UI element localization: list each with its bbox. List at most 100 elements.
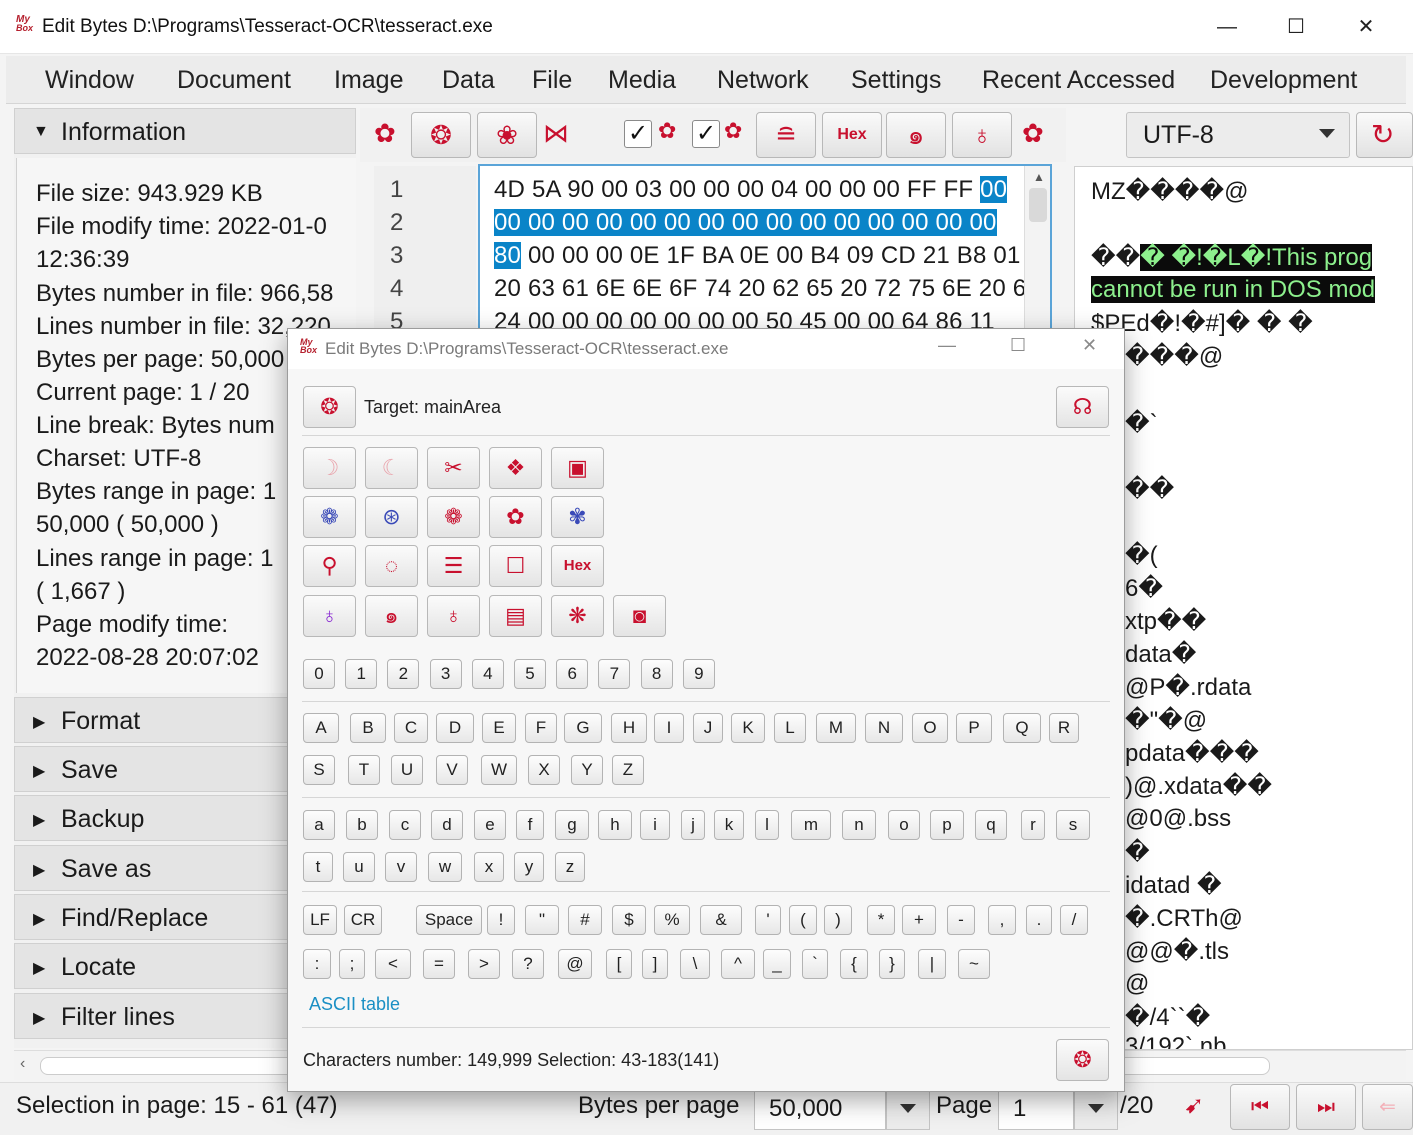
lowercase-key[interactable]: y [514, 852, 544, 882]
first-page-button[interactable]: ⏮ [1230, 1084, 1290, 1130]
dialog-minimize-button[interactable]: — [938, 335, 956, 356]
cut-button[interactable]: ✂ [427, 447, 480, 489]
digit-key[interactable]: 5 [514, 659, 546, 689]
uppercase-key[interactable]: O [912, 713, 948, 743]
symbol-key[interactable]: " [525, 905, 559, 935]
lowercase-key[interactable]: i [640, 810, 670, 840]
lowercase-key[interactable]: z [555, 852, 585, 882]
menu-development[interactable]: Development [1210, 66, 1357, 95]
uppercase-key[interactable]: Y [571, 755, 603, 785]
refresh-button[interactable]: ↻ [1356, 112, 1413, 158]
charset-select[interactable]: UTF-8 [1126, 112, 1350, 158]
dialog-maximize-button[interactable]: ☐ [1010, 335, 1026, 356]
symbol-key[interactable]: ? [512, 949, 544, 979]
lowercase-key[interactable]: x [474, 852, 504, 882]
digit-key[interactable]: 2 [387, 659, 420, 689]
lowercase-key[interactable]: d [431, 810, 463, 840]
symbol-key[interactable]: : [303, 949, 331, 979]
uppercase-key[interactable]: S [303, 755, 335, 785]
lowercase-key[interactable]: m [791, 810, 831, 840]
symbol-key[interactable]: @ [558, 949, 592, 979]
go-page-button[interactable]: ➹ [1164, 1084, 1224, 1130]
symbol-key[interactable]: & [700, 905, 742, 935]
bytes-per-page-dropdown[interactable] [886, 1086, 930, 1130]
symbol-key[interactable]: / [1060, 905, 1088, 935]
digit-key[interactable]: 1 [345, 659, 378, 689]
lowercase-key[interactable]: e [474, 810, 506, 840]
lowercase-key[interactable]: l [755, 810, 779, 840]
symbol-key[interactable]: | [918, 949, 946, 979]
symbol-key[interactable]: < [375, 949, 411, 979]
symbol-key[interactable]: ) [824, 905, 852, 935]
uppercase-key[interactable]: K [731, 713, 765, 743]
lines-button[interactable]: ☰ [427, 545, 480, 587]
symbol-key[interactable]: { [840, 949, 868, 979]
uppercase-key[interactable]: Q [1003, 713, 1041, 743]
maximize-button[interactable]: ☐ [1273, 10, 1319, 44]
symbol-key[interactable]: LF [303, 905, 337, 935]
document-button[interactable]: ▤ [489, 595, 542, 637]
scroll-up-icon[interactable]: ▲ [1033, 170, 1045, 184]
fish-icon[interactable]: ⋈ [543, 118, 569, 149]
minimize-button[interactable]: — [1204, 10, 1250, 44]
sun-flower-button[interactable]: ❋ [551, 595, 604, 637]
scroll-left-icon[interactable]: ‹ [20, 1055, 25, 1073]
lowercase-key[interactable]: p [930, 810, 964, 840]
last-page-button[interactable]: ⏭ [1296, 1084, 1356, 1130]
menu-media[interactable]: Media [608, 66, 676, 95]
uppercase-key[interactable]: Z [612, 755, 644, 785]
uppercase-key[interactable]: P [956, 713, 992, 743]
uppercase-key[interactable]: F [525, 713, 557, 743]
symbol-key[interactable]: > [468, 949, 500, 979]
ring-button[interactable]: ◌ [365, 545, 418, 587]
dialog-footer-button[interactable]: ❂ [1056, 1039, 1109, 1081]
uppercase-key[interactable]: T [348, 755, 380, 785]
hex-vertical-scrollbar[interactable]: ▲ [1024, 166, 1050, 342]
symbol-key[interactable]: [ [606, 949, 632, 979]
symbol-key[interactable]: ` [802, 949, 828, 979]
menu-data[interactable]: Data [442, 66, 495, 95]
flower-button-3[interactable]: ✿ [489, 496, 542, 538]
peony-button[interactable]: ❀ [477, 112, 537, 158]
hex-text-area[interactable]: 4D 5A 90 00 03 00 00 00 04 00 00 00 FF F… [478, 164, 1052, 344]
symbol-key[interactable]: Space [416, 905, 482, 935]
bird-icon[interactable]: ✿ [1022, 118, 1044, 149]
gourd-purple-button[interactable]: ♁ [303, 595, 356, 637]
symbol-key[interactable]: ; [339, 949, 365, 979]
ascii-table-link[interactable]: ASCII table [309, 994, 400, 1015]
symbol-key[interactable]: * [867, 905, 895, 935]
uppercase-key[interactable]: L [774, 713, 806, 743]
page-dropdown[interactable] [1074, 1086, 1118, 1130]
symbol-key[interactable]: ' [755, 905, 781, 935]
close-button[interactable]: ✕ [1343, 10, 1389, 44]
digit-key[interactable]: 4 [471, 659, 504, 689]
lowercase-key[interactable]: a [303, 810, 335, 840]
lowercase-key[interactable]: k [714, 810, 744, 840]
information-section-header[interactable]: ▼ Information [14, 108, 356, 154]
crescent-button[interactable]: ☾ [365, 447, 418, 489]
select-all-button[interactable]: ☐ [489, 545, 542, 587]
uppercase-key[interactable]: V [436, 755, 468, 785]
lowercase-key[interactable]: t [303, 852, 333, 882]
lowercase-key[interactable]: s [1056, 810, 1090, 840]
symbol-key[interactable]: + [902, 905, 936, 935]
hex-button[interactable]: Hex [822, 112, 882, 158]
uppercase-key[interactable]: C [394, 713, 428, 743]
lowercase-key[interactable]: f [516, 810, 544, 840]
digit-key[interactable]: 8 [640, 659, 673, 689]
moon-button[interactable]: ☽ [303, 447, 356, 489]
hex-button[interactable]: Hex [551, 545, 604, 587]
symbol-key[interactable]: CR [344, 905, 382, 935]
symbol-key[interactable]: = [423, 949, 455, 979]
symbol-key[interactable]: - [947, 905, 975, 935]
digit-key[interactable]: 0 [303, 659, 335, 689]
symbol-key[interactable]: ( [789, 905, 817, 935]
scroll-thumb[interactable] [1029, 188, 1047, 222]
digit-key[interactable]: 6 [556, 659, 589, 689]
find-button[interactable]: ⚲ [303, 545, 356, 587]
copy-button[interactable]: ❖ [489, 447, 542, 489]
menu-image[interactable]: Image [334, 66, 403, 95]
lowercase-key[interactable]: v [385, 852, 417, 882]
lowercase-key[interactable]: g [555, 810, 589, 840]
snapshot-button[interactable]: ◙ [613, 595, 666, 637]
